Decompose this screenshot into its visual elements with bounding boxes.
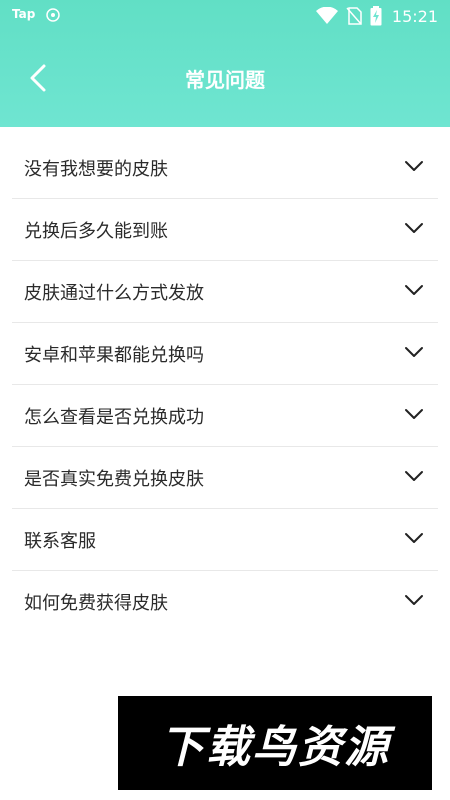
faq-item[interactable]: 兑换后多久能到账 (12, 199, 438, 261)
chevron-down-icon (405, 533, 423, 543)
faq-item[interactable]: 怎么查看是否兑换成功 (12, 385, 438, 447)
status-time: 15:21 (391, 6, 438, 26)
chevron-down-icon (405, 471, 423, 481)
faq-item[interactable]: 皮肤通过什么方式发放 (12, 261, 438, 323)
page-title: 常见问题 (185, 68, 265, 92)
wifi-icon (315, 7, 338, 24)
chevron-down-icon (405, 285, 423, 295)
status-bar: Tap 15:21 (0, 0, 450, 32)
no-sim-icon (346, 7, 362, 25)
faq-item[interactable]: 没有我想要的皮肤 (12, 137, 438, 199)
faq-question-label: 如何免费获得皮肤 (24, 592, 168, 614)
faq-question-label: 皮肤通过什么方式发放 (24, 282, 204, 304)
faq-question-label: 没有我想要的皮肤 (24, 158, 168, 180)
faq-item[interactable]: 联系客服 (12, 509, 438, 571)
chevron-down-icon (405, 223, 423, 233)
chevron-down-icon (405, 161, 423, 171)
faq-item[interactable]: 安卓和苹果都能兑换吗 (12, 323, 438, 385)
faq-item[interactable]: 如何免费获得皮肤 (12, 571, 438, 632)
faq-question-label: 联系客服 (24, 530, 96, 552)
app-header: Tap 15:21 常见问题 (0, 0, 450, 127)
faq-list: 没有我想要的皮肤 兑换后多久能到账 皮肤通过什么方式发放 安卓和苹果都能兑换吗 … (12, 137, 438, 632)
faq-question-label: 怎么查看是否兑换成功 (24, 406, 204, 428)
chevron-down-icon (405, 409, 423, 419)
status-indicators: 15:21 (315, 4, 438, 28)
watermark-text: 下载鸟资源 (160, 722, 390, 773)
faq-question-label: 是否真实免费兑换皮肤 (24, 468, 204, 490)
faq-question-label: 兑换后多久能到账 (24, 220, 168, 242)
status-carrier-label: Tap (12, 7, 36, 21)
shield-icon (46, 8, 60, 22)
battery-charging-icon (370, 6, 382, 26)
chevron-down-icon (405, 595, 423, 605)
faq-question-label: 安卓和苹果都能兑换吗 (24, 344, 204, 366)
watermark-logo: 下载鸟资源 (118, 696, 432, 790)
chevron-down-icon (405, 347, 423, 357)
faq-item[interactable]: 是否真实免费兑换皮肤 (12, 447, 438, 509)
